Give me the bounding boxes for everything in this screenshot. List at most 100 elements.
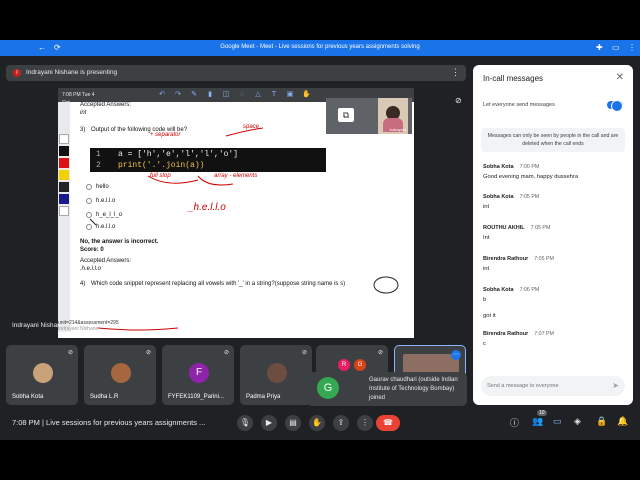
participant-name: Sobha Kota bbox=[12, 394, 44, 400]
message-time: 7:05 PM bbox=[519, 194, 540, 200]
presenting-banner: I Indrayani Nishane is presenting ⋮ bbox=[6, 65, 466, 81]
message-body: b bbox=[483, 297, 487, 303]
message-body: Good evening mam, happy dussehra bbox=[483, 174, 579, 180]
message-sender: ROUTHU AKHIL 7:05 PM bbox=[483, 225, 623, 231]
browser-title: Google Meet - Meet - Live sessions for p… bbox=[220, 44, 420, 50]
participant-count-badge: 10 bbox=[537, 410, 547, 416]
sender-name: Sobha Kota bbox=[483, 287, 514, 293]
message-time: 7:07 PM bbox=[534, 331, 554, 337]
presenter-tag: Indrayani Nishane bbox=[12, 322, 65, 329]
mic-off-icon: ⊘ bbox=[377, 350, 383, 356]
avatar bbox=[111, 363, 131, 383]
chat-input[interactable] bbox=[487, 380, 607, 392]
annotation-space: space bbox=[243, 124, 260, 130]
pip-icon[interactable]: ⧉ bbox=[338, 108, 354, 122]
message-time: 7:00 PM bbox=[519, 164, 540, 170]
message-time: 7:05 PM bbox=[534, 256, 554, 262]
avatar: G bbox=[317, 377, 339, 399]
participant-tile[interactable]: ⊘ Padma Priya bbox=[240, 345, 312, 405]
annotation-circle bbox=[373, 276, 399, 294]
browser-title-bar: ← ⟳ Google Meet - Meet - Live sessions f… bbox=[0, 40, 640, 56]
screen-root: ← ⟳ Google Meet - Meet - Live sessions f… bbox=[0, 0, 640, 480]
presenting-text: Indrayani Nishane is presenting bbox=[26, 69, 118, 76]
sender-name: Birendra Rathour bbox=[483, 256, 529, 262]
mic-off-icon: ⊘ bbox=[455, 96, 462, 105]
annotation-separator: + separator bbox=[150, 132, 181, 138]
control-bar: 7:08 PM | Live sessions for previous yea… bbox=[0, 406, 640, 440]
notification-text: Gaurav chaudhari (outside Indian Institu… bbox=[369, 377, 458, 401]
avatar: G bbox=[354, 359, 366, 371]
message-body: int bbox=[483, 266, 490, 272]
message-body: c bbox=[483, 341, 486, 347]
toggle-label: Let everyone send messages bbox=[483, 102, 555, 108]
present-button[interactable]: ⇪ bbox=[333, 415, 349, 431]
chat-title: In-call messages bbox=[483, 74, 544, 83]
annotation-stroke bbox=[89, 218, 97, 226]
send-icon[interactable]: ➤ bbox=[612, 381, 619, 390]
message-sender: Sobha Kota 7:00 PM bbox=[483, 164, 623, 170]
mic-off-icon: ⊘ bbox=[145, 350, 151, 356]
chat-message: ROUTHU AKHIL 7:05 PM Int bbox=[483, 225, 623, 241]
host-controls-icon[interactable]: 🔒 bbox=[596, 416, 607, 427]
sender-name: Birendra Rathour bbox=[483, 331, 529, 337]
participant-tile[interactable]: ⊘ F FYFEK1109_Parini... bbox=[162, 345, 234, 405]
avatar: R bbox=[338, 359, 350, 371]
chat-info-note: Messages can only be seen by people in t… bbox=[481, 128, 625, 152]
annotation-stroke bbox=[97, 327, 179, 331]
message-body: got it bbox=[483, 313, 496, 319]
annotation-fullstop: full stop bbox=[150, 173, 171, 179]
participant-name: Sudha L.R bbox=[90, 394, 119, 400]
shared-screen: 7:08 PM Tue 4 Oct ↶ ↷ ✎ ▮ ◫ ◌ △ T ▣ ✋ Ac… bbox=[58, 88, 414, 338]
message-sender: Sobha Kota 7:05 PM bbox=[483, 194, 623, 200]
presenter-camera: ⧉ Indrayani bbox=[326, 98, 412, 134]
more-icon[interactable]: ⋮ bbox=[628, 43, 636, 52]
participant-name: Padma Priya bbox=[246, 394, 281, 400]
message-sender: Birendra Rathour 7:07 PM bbox=[483, 331, 623, 337]
annotation-answer: _h.e.l.l.o bbox=[188, 202, 226, 213]
camera-button[interactable]: ▶ bbox=[261, 415, 277, 431]
selfcam-name: Indrayani bbox=[389, 127, 406, 132]
more-options-icon[interactable]: ⋯ bbox=[451, 350, 461, 360]
close-icon[interactable]: ✕ bbox=[616, 72, 624, 83]
info-icon[interactable]: ⓘ bbox=[510, 416, 519, 429]
message-time: 7:06 PM bbox=[519, 287, 540, 293]
annotation-array: array - elements bbox=[214, 173, 258, 179]
raise-hand-button[interactable]: ✋ bbox=[309, 415, 325, 431]
join-notification: G Gaurav chaudhari (outside Indian Insti… bbox=[307, 372, 467, 406]
chat-message: Birendra Rathour 7:07 PM c bbox=[483, 331, 623, 347]
side-panel-icon[interactable]: ▭ bbox=[612, 43, 620, 52]
message-body: Int bbox=[483, 235, 490, 241]
mic-off-icon: ⊘ bbox=[301, 350, 307, 356]
sender-name: Sobha Kota bbox=[483, 164, 514, 170]
activities-icon[interactable]: ◈ bbox=[574, 416, 581, 427]
avatar: F bbox=[189, 363, 209, 383]
chat-icon[interactable]: ▭ bbox=[553, 416, 562, 427]
participant-name: FYFEK1109_Parini... bbox=[168, 394, 224, 400]
more-options-icon[interactable]: ⋮ bbox=[451, 67, 460, 78]
chat-message: got it bbox=[483, 309, 623, 319]
allow-messages-toggle[interactable] bbox=[607, 100, 623, 112]
avatar bbox=[33, 363, 53, 383]
people-icon[interactable]: 👥 bbox=[532, 416, 543, 427]
message-time: 7:05 PM bbox=[530, 225, 551, 231]
message-sender: Sobha Kota 7:06 PM bbox=[483, 287, 623, 293]
sender-name: ROUTHU AKHIL bbox=[483, 225, 525, 231]
participant-tile[interactable]: ⊘ Sudha L.R bbox=[84, 345, 156, 405]
notification-bell-icon[interactable]: 🔔 bbox=[617, 416, 628, 427]
mic-off-icon: ⊘ bbox=[223, 350, 229, 356]
message-body: int bbox=[483, 204, 490, 210]
more-options-button[interactable]: ⋮ bbox=[357, 415, 373, 431]
chat-panel: In-call messages ✕ Let everyone send mes… bbox=[473, 65, 633, 405]
chat-input-box: ➤ bbox=[481, 376, 625, 396]
mic-off-icon: ⊘ bbox=[67, 350, 73, 356]
presenter-avatar: I bbox=[13, 69, 21, 77]
chat-message: Sobha Kota 7:00 PM Good evening mam, happ… bbox=[483, 164, 623, 180]
extensions-icon[interactable]: ✚ bbox=[596, 43, 603, 52]
leave-call-button[interactable]: ☎ bbox=[376, 415, 400, 431]
mic-button[interactable]: 🎙 bbox=[237, 415, 253, 431]
captions-button[interactable]: ▤ bbox=[285, 415, 301, 431]
participant-tile[interactable]: ⊘ Sobha Kota bbox=[6, 345, 78, 405]
sender-name: Sobha Kota bbox=[483, 194, 514, 200]
meeting-info: 7:08 PM | Live sessions for previous yea… bbox=[12, 418, 206, 427]
message-sender: Birendra Rathour 7:05 PM bbox=[483, 256, 623, 262]
